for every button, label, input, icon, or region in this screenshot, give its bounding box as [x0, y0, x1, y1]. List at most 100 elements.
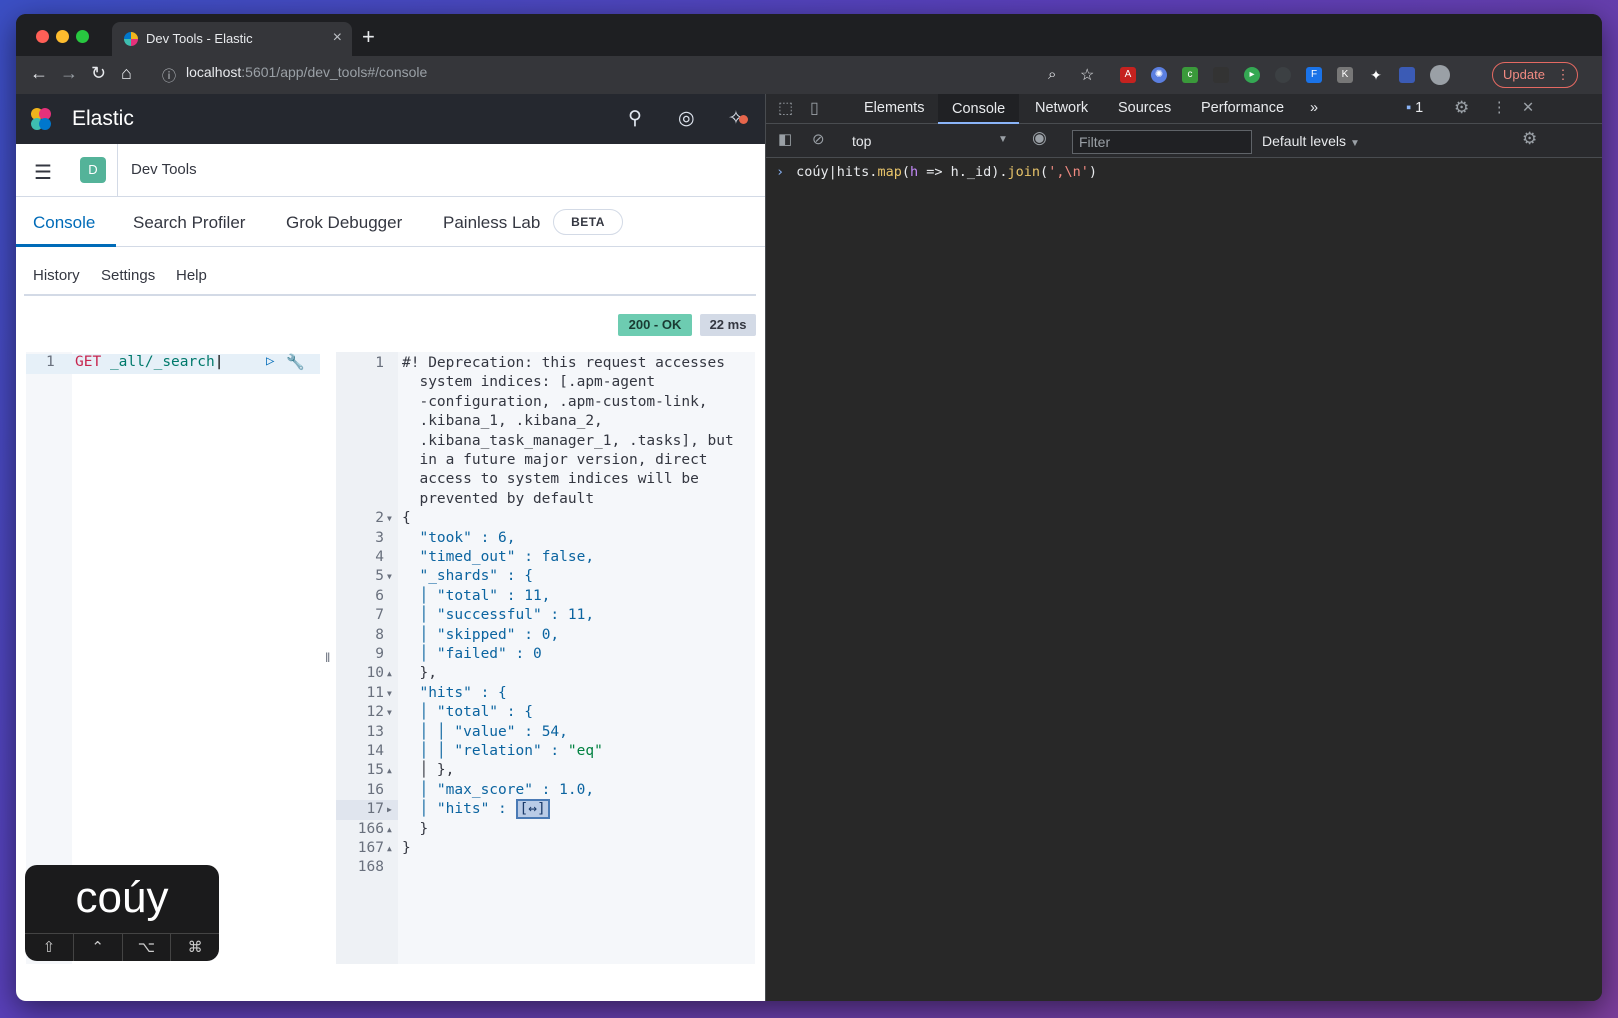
help-link[interactable]: Help	[176, 267, 207, 284]
fold-toggle-icon[interactable]: ▼	[387, 684, 392, 703]
response-line: .kibana_task_manager_1, .tasks], but	[336, 432, 755, 451]
context-selector[interactable]: top	[852, 133, 871, 149]
space-avatar[interactable]: D	[80, 157, 106, 183]
collapsed-array-marker[interactable]: [↔]	[515, 799, 550, 820]
address-bar[interactable]: localhost:5601/app/dev_tools#/console	[186, 64, 427, 80]
close-window-button[interactable]	[36, 30, 49, 43]
tab-grok-debugger[interactable]: Grok Debugger	[286, 213, 402, 233]
tab-painless-lab[interactable]: Painless Lab	[443, 213, 540, 233]
adblock-extension-icon[interactable]: A	[1120, 67, 1136, 83]
tab-network[interactable]: Network	[1035, 100, 1088, 116]
console-input[interactable]: › coúy|hits.map(h => h._id).join(',\n')	[776, 164, 1097, 180]
settings-gear-icon[interactable]: ⚙	[1454, 98, 1469, 118]
extension-icon[interactable]: K	[1337, 67, 1353, 83]
tab-performance[interactable]: Performance	[1201, 100, 1284, 116]
json-value: 0	[532, 646, 542, 662]
line-text: {	[402, 510, 411, 527]
wrench-icon[interactable]: 🔧	[286, 353, 305, 371]
minimize-window-button[interactable]	[56, 30, 69, 43]
fold-toggle-icon[interactable]: ▼	[387, 703, 392, 722]
console-settings-icon[interactable]: ⚙	[1522, 129, 1537, 149]
search-icon[interactable]: ⚲	[628, 107, 642, 130]
play-extension-icon[interactable]: ▸	[1244, 67, 1260, 83]
fold-toggle-icon[interactable]: ▼	[387, 509, 392, 528]
cast-icon[interactable]	[1399, 67, 1415, 83]
response-line: 8 │ "skipped" : 0,	[336, 626, 755, 645]
request-line[interactable]: GET _all/_search|	[75, 354, 223, 370]
eye-icon[interactable]: ◉	[1032, 128, 1047, 148]
response-line: in a future major version, direct	[336, 451, 755, 470]
line-text: "_shards" : {	[402, 567, 533, 586]
line-number: 6	[375, 587, 384, 604]
cors-extension-icon[interactable]: c	[1182, 67, 1198, 83]
cmd-part: )	[1088, 164, 1097, 180]
extension-icon[interactable]	[1213, 67, 1229, 83]
forward-arrow-icon[interactable]: →	[60, 63, 78, 84]
extension-icon[interactable]: ✺	[1151, 67, 1167, 83]
bookmark-star-icon[interactable]: ☆	[1080, 65, 1094, 85]
back-arrow-icon[interactable]: ←	[30, 63, 48, 84]
json-value: {	[524, 568, 533, 585]
browser-window: Dev Tools - Elastic × + ← → ↻ ⌂ ⓘ localh…	[16, 14, 1602, 1001]
device-toolbar-icon[interactable]: ▯	[810, 98, 819, 118]
home-icon[interactable]: ⌂	[121, 63, 132, 84]
sidebar-toggle-icon[interactable]: ◧	[778, 130, 792, 148]
puzzle-extensions-icon[interactable]: ✦	[1368, 67, 1384, 83]
play-icon[interactable]: ▷	[266, 353, 274, 369]
profile-avatar[interactable]	[1430, 65, 1450, 85]
devtools-tabbar: ⬚ ▯ Elements Console Network Sources Per…	[766, 94, 1602, 124]
help-icon[interactable]: ◎	[678, 107, 695, 130]
response-viewer[interactable]: 1 #! Deprecation: this request accesses s…	[336, 352, 755, 964]
extension-icon[interactable]: F	[1306, 67, 1322, 83]
json-key: │ "successful" :	[402, 607, 568, 624]
json-value: {	[498, 684, 507, 701]
menu-icon[interactable]: ☰	[34, 160, 52, 185]
zoom-icon[interactable]: ⌕	[1048, 66, 1056, 83]
history-link[interactable]: History	[33, 267, 80, 284]
fold-toggle-icon[interactable]: ▲	[387, 820, 392, 839]
devtools-tabs: Console Search Profiler Grok Debugger Pa…	[16, 197, 765, 247]
more-options-icon[interactable]: ⋮	[1492, 100, 1507, 116]
json-value: 6,	[498, 529, 516, 546]
new-tab-icon[interactable]: +	[362, 24, 375, 50]
console-filter-input[interactable]: Filter	[1072, 130, 1252, 154]
clear-console-icon[interactable]: ⊘	[812, 130, 825, 148]
browser-tab[interactable]: Dev Tools - Elastic ×	[112, 22, 352, 56]
newsfeed-icon[interactable]: ✧	[728, 107, 758, 137]
extension-icon[interactable]	[1275, 67, 1291, 83]
json-key: │ "hits" :	[402, 801, 516, 818]
tab-elements[interactable]: Elements	[864, 100, 924, 116]
reload-icon[interactable]: ↻	[91, 63, 106, 84]
inspect-element-icon[interactable]: ⬚	[778, 98, 793, 118]
line-text: system indices: [.apm-agent	[402, 374, 656, 391]
tab-close-icon[interactable]: ×	[333, 29, 342, 47]
cmd-part: ',\n'	[1048, 164, 1089, 180]
fold-toggle-icon[interactable]: ▲	[387, 761, 392, 780]
tab-search-profiler[interactable]: Search Profiler	[133, 213, 245, 233]
response-line: system indices: [.apm-agent	[336, 373, 755, 392]
issues-badge[interactable]: ▪ 1	[1406, 100, 1423, 116]
brand-name: Elastic	[72, 107, 134, 130]
breadcrumb[interactable]: Dev Tools	[131, 161, 197, 178]
fold-toggle-icon[interactable]: ▲	[387, 839, 392, 858]
response-line: prevented by default	[336, 490, 755, 509]
close-devtools-icon[interactable]: ✕	[1522, 100, 1534, 116]
more-tabs-icon[interactable]: »	[1310, 100, 1318, 116]
fold-toggle-icon[interactable]: ▲	[387, 664, 392, 683]
fold-toggle-icon[interactable]: ▼	[387, 567, 392, 586]
log-levels-dropdown[interactable]: Default levels ▼	[1262, 133, 1360, 149]
update-button[interactable]: Update ⋮	[1492, 62, 1578, 88]
fold-toggle-icon[interactable]: ▶	[387, 800, 392, 819]
tab-sources[interactable]: Sources	[1118, 100, 1171, 116]
settings-link[interactable]: Settings	[101, 267, 155, 284]
url-path: :5601/app/dev_tools#/console	[241, 64, 428, 80]
site-info-icon[interactable]: ⓘ	[162, 66, 176, 86]
tab-console[interactable]: Console	[938, 94, 1020, 124]
chevron-down-icon[interactable]: ▼	[998, 134, 1008, 145]
pane-resizer[interactable]: ‖	[325, 650, 330, 665]
zoom-window-button[interactable]	[76, 30, 89, 43]
line-number: 10	[366, 665, 384, 682]
line-number: 2	[375, 510, 384, 527]
response-line: 9 │ "failed" : 0	[336, 645, 755, 664]
tab-console[interactable]: Console	[33, 213, 95, 233]
